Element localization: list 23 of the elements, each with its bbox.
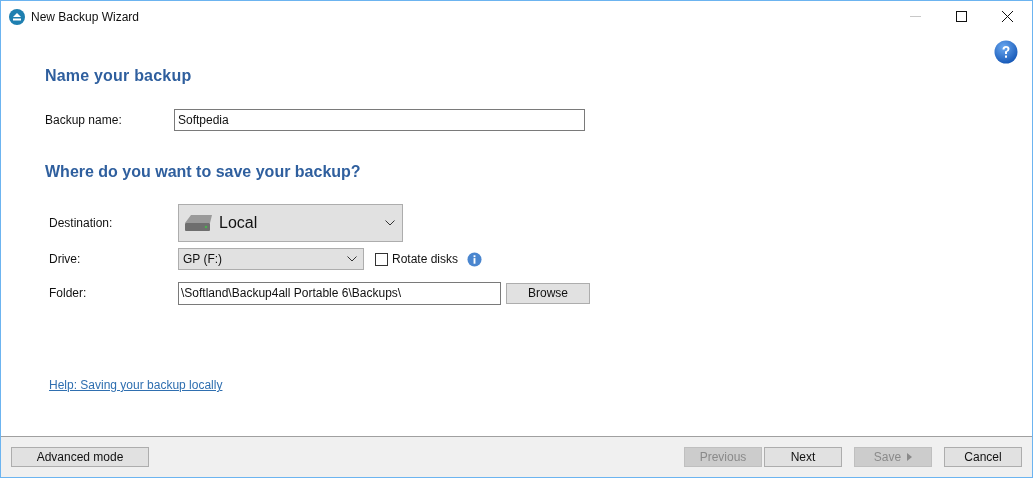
section-heading: Name your backup [45,66,193,86]
info-icon[interactable] [467,251,483,267]
folder-field[interactable]: \Softland\Backup4all Portable 6\Backups\ [178,281,501,305]
backup-name-label: Backup name: [45,112,123,129]
destination-label: Destination: [49,215,114,232]
rotate-disks-label: Rotate disks [392,251,459,268]
destination-dropdown[interactable]: Local [178,204,403,242]
section-heading: Where do you want to save your backup? [45,162,362,182]
browse-button[interactable]: Browse [506,282,590,304]
advanced-mode-button[interactable]: Advanced mode [11,447,149,467]
chevron-down-icon [347,256,357,262]
rotate-disks-checkbox[interactable] [375,252,388,266]
app-logo-icon [9,8,25,25]
drive-dropdown[interactable]: GP (F:) [178,248,364,270]
drive-label: Drive: [49,251,82,268]
wizard-button[interactable]: Cancel [944,447,1022,467]
window-title: New Backup Wizard [31,8,140,26]
wizard-button[interactable]: Next [764,447,842,467]
backup-name-field[interactable]: Softpedia [174,109,585,131]
help-link[interactable]: Help: Saving your backup locally [49,376,223,394]
chevron-down-icon [385,220,395,226]
folder-label: Folder: [49,285,88,302]
help-icon[interactable] [994,40,1018,64]
